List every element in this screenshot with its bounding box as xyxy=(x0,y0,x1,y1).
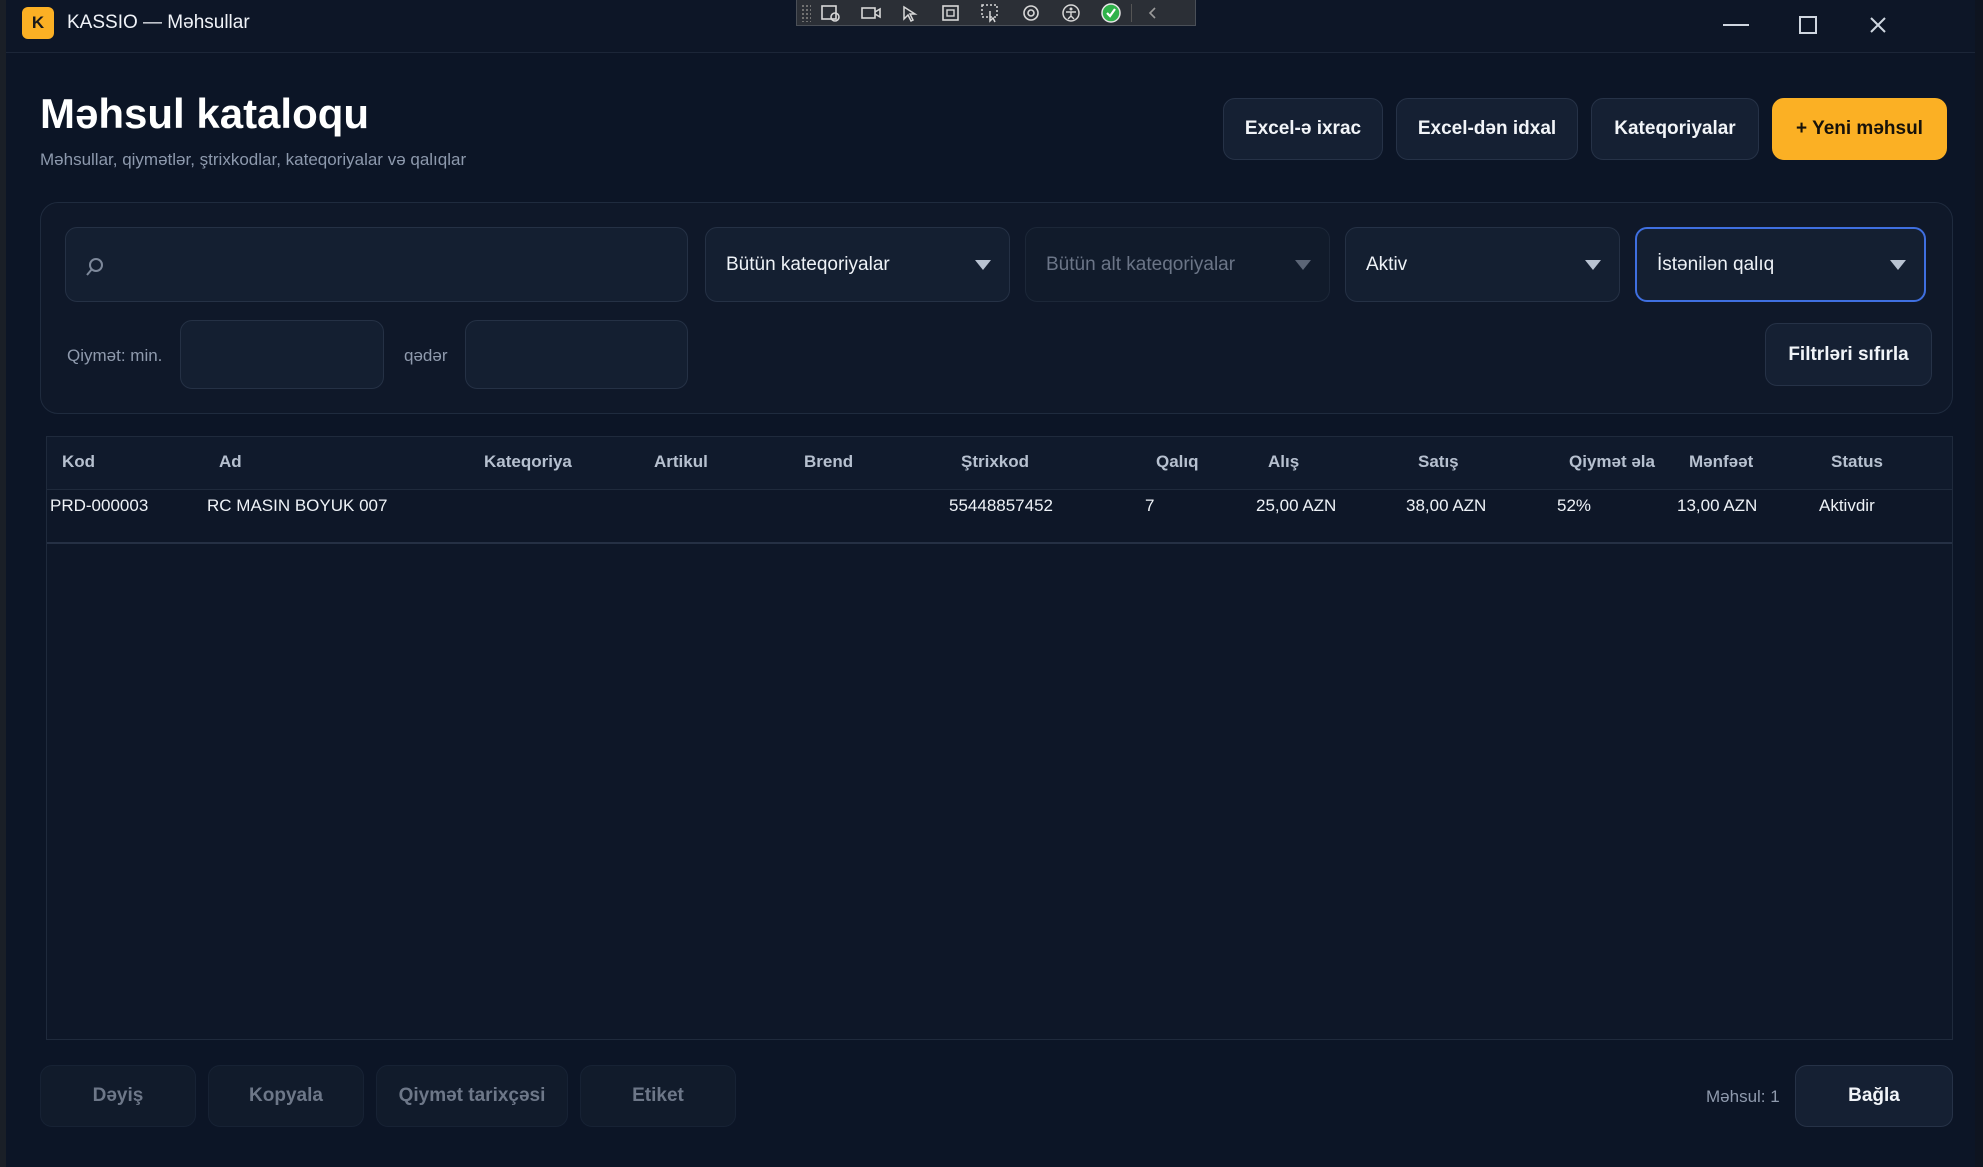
settings-icon[interactable] xyxy=(1011,0,1051,25)
stock-select[interactable]: İstənilən qalıq xyxy=(1635,227,1926,302)
price-min-input[interactable] xyxy=(180,320,384,389)
column-header-name[interactable]: Ad xyxy=(219,452,242,472)
cell-status: Aktivdir xyxy=(1819,496,1875,515)
column-header-profit[interactable]: Mənfəət xyxy=(1689,452,1753,472)
app-window: K KASSIO — Məhsullar Məhsul kataloqu Məh… xyxy=(6,0,1975,1167)
price-history-button[interactable]: Qiymət tarixçəsi xyxy=(376,1065,568,1127)
close-button[interactable]: Bağla xyxy=(1795,1065,1953,1127)
region-select-icon[interactable] xyxy=(931,0,971,25)
cell-purchase-price: 25,00 AZN xyxy=(1256,496,1337,515)
page-title: Məhsul kataloqu xyxy=(40,90,370,137)
collapse-chevron-icon[interactable] xyxy=(1132,0,1172,25)
filters-panel: Bütün kateqoriyalar Bütün alt kateqoriya… xyxy=(40,202,1953,414)
category-select-value: Bütün kateqoriyalar xyxy=(726,253,890,275)
accessibility-icon[interactable] xyxy=(1051,0,1091,25)
status-select-value: Aktiv xyxy=(1366,253,1408,275)
page-subtitle: Məhsullar, qiymətlər, ştrixkodlar, kateq… xyxy=(40,150,467,169)
table-header: Kod Ad Kateqoriya Artikul Brend Ştrixkod… xyxy=(47,437,1952,490)
chevron-down-icon xyxy=(1295,259,1311,270)
search-icon xyxy=(86,258,103,276)
stock-select-value: İstənilən qalıq xyxy=(1657,253,1775,275)
toolbar-grip-icon[interactable] xyxy=(801,3,811,22)
video-record-icon[interactable] xyxy=(851,0,891,25)
maximize-icon[interactable] xyxy=(1778,6,1838,44)
chevron-down-icon xyxy=(975,259,991,270)
column-header-sku[interactable]: Artikul xyxy=(654,452,708,472)
new-product-button[interactable]: + Yeni məhsul xyxy=(1772,98,1947,160)
cell-stock: 7 xyxy=(1145,496,1155,515)
column-header-sale-price[interactable]: Satış xyxy=(1418,452,1459,472)
column-header-brand[interactable]: Brend xyxy=(804,452,853,472)
chevron-down-icon xyxy=(1890,259,1906,270)
cell-sale-price: 38,00 AZN xyxy=(1406,496,1487,515)
status-select[interactable]: Aktiv xyxy=(1345,227,1620,302)
app-logo: K xyxy=(22,7,54,39)
cell-code: PRD-000003 xyxy=(50,496,149,515)
cell-barcode: 55448857452 xyxy=(949,496,1054,515)
export-excel-button[interactable]: Excel-ə ixrac xyxy=(1223,98,1383,160)
column-header-code[interactable]: Kod xyxy=(62,452,95,472)
column-header-markup[interactable]: Qiymət əla xyxy=(1569,452,1657,472)
column-header-barcode[interactable]: Ştrixkod xyxy=(961,452,1029,472)
pointer-select-icon[interactable] xyxy=(891,0,931,25)
products-table: Kod Ad Kateqoriya Artikul Brend Ştrixkod… xyxy=(46,436,1953,1040)
minimize-icon[interactable] xyxy=(1706,6,1766,44)
check-status-icon[interactable] xyxy=(1091,0,1131,25)
cell-markup: 52% xyxy=(1557,496,1592,515)
remote-toolbar xyxy=(796,0,1196,26)
column-header-category[interactable]: Kateqoriya xyxy=(484,452,572,472)
price-min-label: Qiymət: min. xyxy=(67,346,163,365)
label-button[interactable]: Etiket xyxy=(580,1065,736,1127)
edit-button[interactable]: Dəyiş xyxy=(40,1065,196,1127)
table-row[interactable]: PRD-000003 RC MASIN BOYUK 007 5544885745… xyxy=(47,490,1952,544)
window-select-icon[interactable] xyxy=(971,0,1011,25)
desktop-edge-right xyxy=(1975,0,1983,1167)
copy-button[interactable]: Kopyala xyxy=(208,1065,364,1127)
price-max-input[interactable] xyxy=(465,320,688,389)
column-header-stock[interactable]: Qalıq xyxy=(1156,452,1199,472)
cell-name: RC MASIN BOYUK 007 xyxy=(207,496,388,515)
categories-button[interactable]: Kateqoriyalar xyxy=(1591,98,1759,160)
window-title: KASSIO — Məhsullar xyxy=(67,12,250,33)
product-count: Məhsul: 1 xyxy=(1706,1087,1780,1106)
subcategory-select[interactable]: Bütün alt kateqoriyalar xyxy=(1025,227,1330,302)
reset-filters-button[interactable]: Filtrləri sıfırla xyxy=(1765,323,1932,386)
close-icon[interactable] xyxy=(1848,6,1908,44)
import-excel-button[interactable]: Excel-dən idxal xyxy=(1396,98,1578,160)
price-max-label: qədər xyxy=(404,346,448,365)
title-bar: K KASSIO — Məhsullar xyxy=(6,0,1975,53)
screenshot-icon[interactable] xyxy=(811,0,851,25)
subcategory-select-value: Bütün alt kateqoriyalar xyxy=(1046,253,1236,275)
cell-profit: 13,00 AZN xyxy=(1677,496,1758,515)
category-select[interactable]: Bütün kateqoriyalar xyxy=(705,227,1010,302)
column-header-status[interactable]: Status xyxy=(1831,452,1883,472)
search-input[interactable] xyxy=(65,227,688,302)
column-header-purchase-price[interactable]: Alış xyxy=(1268,452,1299,472)
chevron-down-icon xyxy=(1585,259,1601,270)
